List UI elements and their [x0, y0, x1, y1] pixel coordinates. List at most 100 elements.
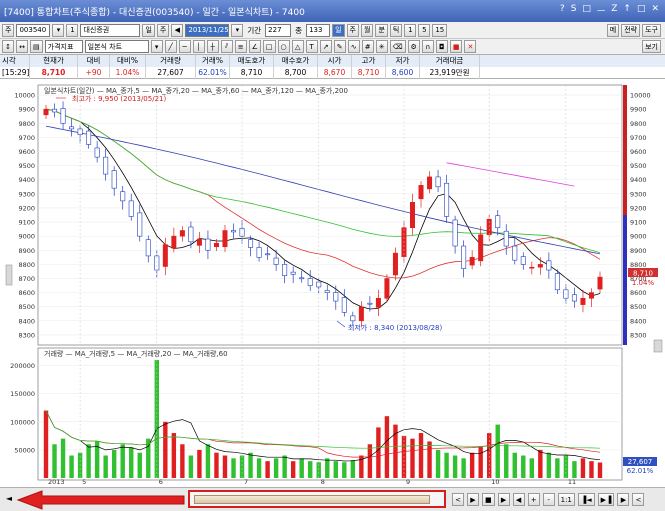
settings-tool-icon[interactable]: ⚙: [407, 40, 420, 53]
volume-bar: [555, 458, 560, 478]
nav-button[interactable]: ▶: [617, 493, 630, 506]
cross-tool-icon[interactable]: ┼: [206, 40, 219, 53]
stock-code-input[interactable]: 003540: [16, 23, 51, 37]
unit-month-button[interactable]: 월: [360, 23, 374, 37]
indicator-icon[interactable]: ▤: [30, 40, 43, 53]
s-button[interactable]: S: [571, 4, 577, 17]
volume-bar: [521, 455, 526, 478]
volume-bar: [60, 438, 66, 478]
close-button[interactable]: ✕: [651, 4, 659, 17]
nav-button[interactable]: ▶: [497, 493, 510, 506]
drawing-toolbar: ↕ ↔ ▤ 가격지표 일본식 차트 ▾ ╱ ─ │ ┼ ⫽ ≡ ∠ □ ○ △ …: [0, 39, 665, 55]
color-tool-icon[interactable]: ■: [449, 40, 463, 53]
eraser-tool-icon[interactable]: ⌫: [389, 40, 406, 53]
triangle-tool-icon[interactable]: △: [291, 40, 304, 53]
date-input[interactable]: 2013/11/25: [185, 23, 230, 37]
nav-button[interactable]: <: [452, 493, 464, 506]
price-legend: 일본식차트(일간) — MA_종가,5 — MA_종가,20 — MA_종가,6…: [44, 86, 348, 95]
chart-type-select[interactable]: 일본식 차트: [84, 40, 149, 53]
price-tick-label-left: 8500: [18, 303, 35, 311]
magnet-tool-icon[interactable]: ∩: [421, 40, 434, 53]
scrollbar-thumb[interactable]: [194, 495, 430, 504]
stock-name-field: 대신증권: [80, 23, 141, 37]
chart-area[interactable]: 10000 9900 9800 9700 9600 9500 9400 9300 9200 910…: [0, 80, 665, 486]
code-search-button[interactable]: 1: [66, 23, 79, 37]
pen-tool-icon[interactable]: ✎: [333, 40, 346, 53]
volume-bar: [504, 444, 509, 478]
nav-button[interactable]: <: [632, 493, 645, 506]
line-tool-icon[interactable]: ╱: [164, 40, 177, 53]
arrow-updown-icon[interactable]: ↕: [2, 40, 14, 53]
view-button[interactable]: 보기: [642, 40, 661, 53]
gann-tool-icon[interactable]: ✳: [375, 40, 388, 53]
code-dropdown[interactable]: ▾: [52, 23, 65, 37]
price-tick-label-right: 9400: [630, 176, 647, 184]
right-scale-bar-bottom: [623, 215, 627, 345]
candle-body: [520, 256, 526, 265]
nav-button[interactable]: ▶▐: [597, 493, 615, 506]
period-day-button[interactable]: 일: [142, 23, 155, 37]
period-week-button[interactable]: 주: [156, 23, 170, 37]
vline-tool-icon[interactable]: │: [192, 40, 205, 53]
nav-button[interactable]: ■: [482, 493, 495, 506]
hline-tool-icon[interactable]: ─: [178, 40, 191, 53]
lock-tool-icon[interactable]: ◘: [435, 40, 448, 53]
up-button[interactable]: ↑: [623, 4, 631, 17]
unit-5-button[interactable]: 5: [418, 23, 431, 37]
candle-body: [350, 315, 356, 322]
minimize-button[interactable]: ㅡ: [597, 4, 605, 17]
restore-icon[interactable]: □: [582, 4, 591, 17]
nav-button[interactable]: +: [527, 493, 540, 506]
price-tick-label-left: 8400: [18, 317, 35, 325]
scroll-left-button[interactable]: ◄: [4, 493, 14, 504]
chart-svg[interactable]: 1000099009800970096009500940093009200910…: [0, 80, 665, 486]
scrollbar-highlight[interactable]: [188, 490, 446, 508]
nav-button[interactable]: ▐◄: [577, 493, 595, 506]
arrow-leftright-icon[interactable]: ↔: [16, 40, 28, 53]
candle-body: [444, 182, 450, 217]
quote-header-cell: 매도호가: [230, 55, 274, 67]
prev-date-button[interactable]: ◀: [171, 23, 184, 37]
volume-bar: [137, 452, 142, 478]
channel-tool-icon[interactable]: ⫽: [220, 40, 233, 53]
count-input[interactable]: 133: [306, 23, 331, 37]
unit-day-button[interactable]: 일: [332, 23, 345, 37]
indicator-select[interactable]: 가격지표: [44, 40, 83, 53]
angle-tool-icon[interactable]: ∠: [248, 40, 261, 53]
grid-tool-icon[interactable]: #: [361, 40, 374, 53]
volume-bar: [367, 444, 373, 478]
unit-week-button[interactable]: 주: [346, 23, 359, 37]
nav-button[interactable]: 1:1: [557, 493, 575, 506]
delete-tool-icon[interactable]: ✕: [464, 40, 477, 53]
tools-button[interactable]: 도구: [642, 23, 661, 37]
calendar-icon[interactable]: ▾: [231, 23, 244, 37]
fibo-tool-icon[interactable]: ≡: [234, 40, 247, 53]
period-input[interactable]: 227: [265, 23, 292, 37]
x-tick-label: 9: [406, 478, 410, 485]
rect-tool-icon[interactable]: □: [262, 40, 276, 53]
nav-button[interactable]: ▶: [467, 493, 479, 506]
unit-minute-button[interactable]: 분: [375, 23, 388, 37]
unit-tick-button[interactable]: 틱: [389, 23, 403, 37]
market-button[interactable]: 주: [2, 23, 15, 37]
z-button[interactable]: Z: [611, 4, 617, 17]
volume-bar: [580, 458, 586, 478]
nav-button[interactable]: ◀: [512, 493, 525, 506]
wave-tool-icon[interactable]: ∿: [347, 40, 360, 53]
price-tick-label-right: 9200: [630, 204, 647, 212]
nav-button[interactable]: -: [542, 493, 555, 506]
strategy-button[interactable]: 전략: [621, 23, 641, 37]
chart-type-dropdown[interactable]: ▾: [150, 40, 163, 53]
x-tick-label: 6: [159, 478, 163, 485]
candle-body: [554, 273, 560, 291]
arrow-tool-icon[interactable]: ↗: [319, 40, 332, 53]
unit-1-button[interactable]: 1: [404, 23, 417, 37]
unit-15-button[interactable]: 15: [432, 23, 448, 37]
maximize-button[interactable]: □: [637, 4, 646, 17]
menu-button[interactable]: 메: [606, 23, 620, 37]
circle-tool-icon[interactable]: ○: [277, 40, 290, 53]
candle-body: [341, 297, 347, 313]
text-tool-icon[interactable]: T: [305, 40, 318, 53]
candle-body: [307, 278, 313, 286]
help-button[interactable]: ?: [560, 4, 565, 17]
